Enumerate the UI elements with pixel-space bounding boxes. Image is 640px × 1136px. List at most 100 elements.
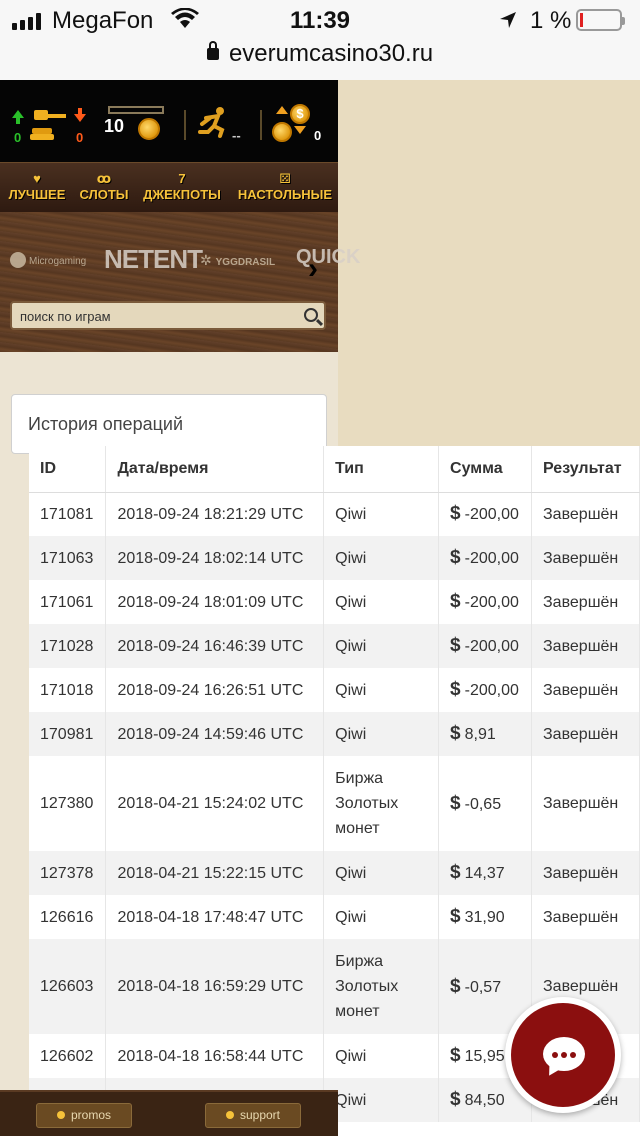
promos-button[interactable]: promos [36, 1103, 132, 1128]
table-row: 170981 2018-09-24 14:59:46 UTC Qiwi $8,91 За… [29, 712, 640, 756]
cell-type: Qiwi [323, 851, 440, 895]
cell-datetime: 2018-04-18 16:59:29 UTC [105, 939, 325, 1034]
dice-icon: ⚄ [279, 171, 291, 186]
search-icon[interactable] [304, 308, 318, 322]
url-text: everumcasino30.ru [228, 40, 434, 67]
provider-netent[interactable]: NETENT [104, 244, 203, 275]
amount-value: -200,00 [464, 550, 519, 567]
address-bar[interactable]: everumcasino30.ru [0, 40, 640, 68]
cell-id: 171028 [29, 624, 107, 668]
cherries-icon: ꝏ [96, 171, 112, 186]
cell-datetime: 2018-09-24 16:26:51 UTC [105, 668, 325, 712]
dollar-coin-icon: $ [290, 104, 310, 124]
nav-item-slots[interactable]: ꝏ СЛОТЫ [76, 171, 132, 202]
nav-label: ЛУЧШЕЕ [8, 187, 66, 202]
runner-value: -- [232, 128, 241, 143]
gold-coin-icon [138, 118, 160, 140]
cell-datetime: 2018-04-21 15:24:02 UTC [105, 756, 325, 851]
table-row: 171028 2018-09-24 16:46:39 UTC Qiwi $ -200,0… [29, 624, 640, 668]
lock-icon [56, 1111, 65, 1119]
account-toolbar: 0 0 10 -- $ 0 [0, 80, 338, 162]
provider-microgaming[interactable]: Microgaming [10, 252, 86, 268]
activity-widget[interactable]: -- [196, 104, 248, 144]
cell-result: Завершён [531, 712, 640, 756]
table-row: 171018 2018-09-24 16:26:51 UTC Qiwi $ -200,0… [29, 668, 640, 712]
search-input[interactable] [20, 305, 290, 327]
currency-symbol: $ [450, 975, 461, 997]
column-header[interactable]: Тип [323, 446, 440, 493]
coins-count: 10 [104, 116, 125, 136]
cell-id: 171081 [29, 492, 107, 536]
cell-amount: $8,91 [438, 712, 533, 756]
provider-yggdrasil[interactable]: ✲ YGGDRASIL [200, 252, 275, 269]
nav-item-table-games[interactable]: ⚄ НАСТОЛЬНЫЕ [236, 171, 334, 202]
currency-symbol: $ [450, 906, 461, 927]
cell-datetime: 2018-09-24 18:02:14 UTC [105, 536, 325, 580]
cell-result: Завершён [531, 668, 640, 712]
cell-id: 127378 [29, 851, 107, 895]
exchange-up-arrow-icon [276, 106, 288, 114]
providers-carousel: Microgaming NETENT ✲ YGGDRASIL QUICK › [0, 212, 360, 352]
provider-quickspin[interactable]: QUICK [296, 246, 360, 269]
cell-type: Qiwi [323, 895, 440, 939]
microgaming-logo-icon [10, 252, 26, 268]
side-background [338, 80, 640, 446]
question-icon [225, 1111, 234, 1119]
column-header[interactable]: ID [29, 446, 107, 493]
cell-type: Qiwi [323, 1078, 440, 1122]
nav-label: НАСТОЛЬНЫЕ [237, 187, 333, 202]
cell-amount: $ -0,65 [438, 756, 533, 851]
cell-id: 126616 [29, 895, 107, 939]
seven-icon: 7 [178, 171, 186, 186]
cell-amount: $14,37 [438, 851, 533, 895]
currency-symbol: $ [450, 679, 461, 700]
coins-widget[interactable]: 10 [104, 104, 166, 144]
cell-type: Qiwi [323, 536, 440, 580]
cashier-widget[interactable]: 0 0 [8, 104, 90, 148]
cell-result: Завершён [531, 624, 640, 668]
amount-value: -0,65 [464, 795, 502, 813]
nav-item-jackpots[interactable]: 7 ДЖЕКПОТЫ [140, 171, 224, 202]
cell-type: Qiwi [323, 1034, 440, 1078]
cell-type: Биржа Золотых монет [323, 756, 440, 851]
currency-symbol: $ [450, 1045, 461, 1066]
amount-value: 14,37 [464, 865, 505, 882]
exchange-widget[interactable]: $ 0 [270, 104, 330, 148]
amount-value: -200,00 [464, 638, 519, 655]
amount-value: 84,50 [464, 1092, 505, 1109]
location-arrow-icon [500, 12, 516, 28]
cell-result: Завершён [531, 492, 640, 536]
gavel-icon [30, 110, 66, 140]
currency-symbol: $ [450, 635, 461, 656]
cell-amount: $ -200,00 [438, 580, 533, 624]
currency-symbol: $ [450, 591, 461, 612]
table-header-row: ID Дата/время Тип Сумма Результат [29, 446, 640, 493]
amount-value: -200,00 [464, 506, 519, 524]
amount-value: 8,91 [464, 726, 496, 743]
cell-id: 126602 [29, 1034, 107, 1078]
battery-icon [576, 9, 625, 31]
column-header[interactable]: Дата/время [105, 446, 325, 493]
column-header[interactable]: Сумма [438, 446, 533, 493]
nav-item-best[interactable]: ♥ ЛУЧШЕЕ [6, 171, 68, 202]
cell-amount: $ -200,00 [438, 492, 533, 536]
cell-amount: $31,90 [438, 895, 533, 939]
support-button[interactable]: support [205, 1103, 301, 1128]
column-header[interactable]: Результат [531, 446, 640, 493]
cell-amount: $ -200,00 [438, 536, 533, 580]
cell-id: 171061 [29, 580, 107, 624]
cell-result: Завершён [531, 895, 640, 939]
cell-datetime: 2018-09-24 18:21:29 UTC [105, 492, 325, 536]
currency-symbol: $ [450, 1089, 461, 1110]
cell-datetime: 2018-09-24 18:01:09 UTC [105, 580, 325, 624]
chevron-right-icon[interactable]: › [308, 252, 318, 286]
cell-result: Завершён [531, 580, 640, 624]
cell-id: 171018 [29, 668, 107, 712]
cell-id: 170981 [29, 712, 107, 756]
cell-id: 127380 [29, 756, 107, 851]
currency-symbol: $ [450, 862, 461, 883]
footer-bar: promos support [0, 1090, 338, 1136]
chat-button[interactable] [505, 997, 621, 1113]
cell-datetime: 2018-04-18 16:58:44 UTC [105, 1034, 325, 1078]
cell-datetime: 2018-09-24 14:59:46 UTC [105, 712, 325, 756]
